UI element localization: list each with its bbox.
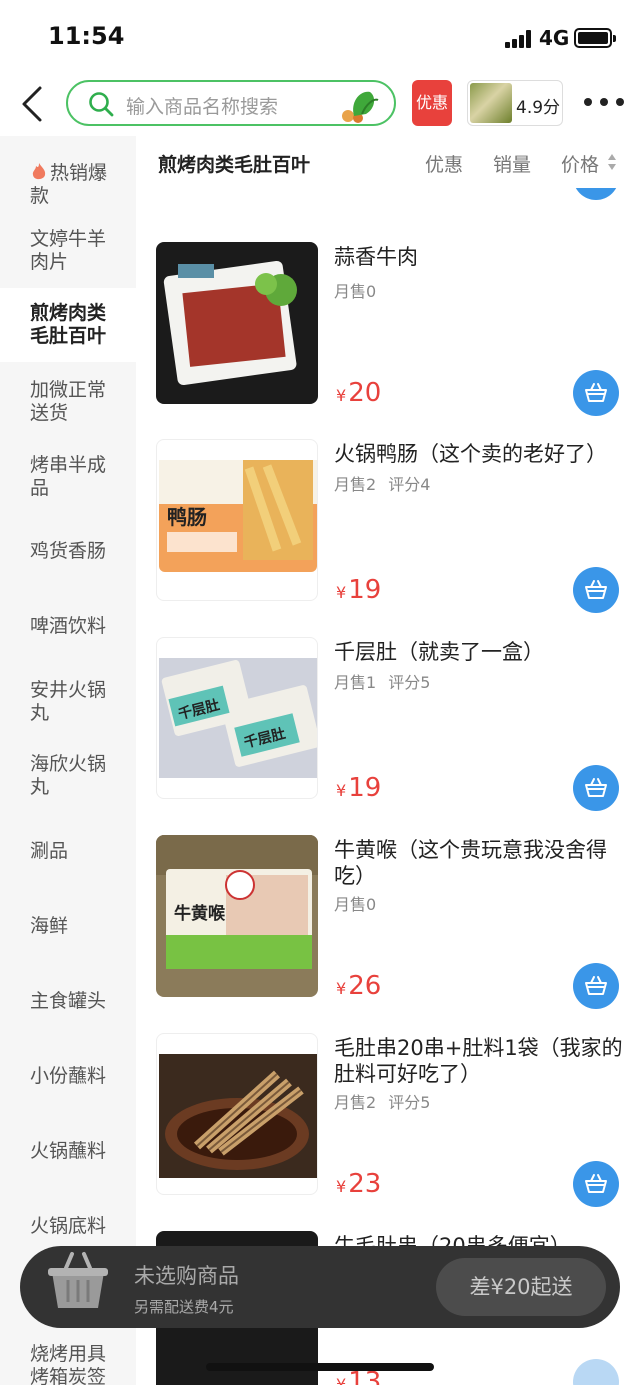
product-name: 牛黄喉（这个贵玩意我没舍得吃）: [334, 838, 607, 888]
sidebar-item-chicken-sausage[interactable]: 鸡货香肠: [0, 540, 136, 563]
product-image: 千层肚 千层肚: [156, 637, 318, 799]
sidebar-item-beef-lamb[interactable]: 文婷牛羊肉片: [0, 228, 136, 274]
product-meta: 月售0: [334, 895, 377, 914]
status-time: 11:54: [48, 22, 125, 50]
product-list: 煎烤肉类毛肚百叶 优惠 销量 价格 ¥20 蒜香牛肉 月售0 ¥20 鸭肠 火锅…: [136, 136, 640, 1385]
cart-bar[interactable]: 未选购商品 另需配送费4元 差¥20起送: [20, 1246, 620, 1328]
sidebar-item-drinks[interactable]: 啤酒饮料: [0, 615, 136, 638]
back-icon[interactable]: [18, 84, 48, 124]
add-to-cart-button[interactable]: [573, 765, 619, 811]
list-header: 煎烤肉类毛肚百叶 优惠 销量 价格: [136, 136, 640, 188]
product-name: 火锅鸭肠（这个卖的老好了）: [334, 442, 607, 466]
vegetable-icon: [342, 91, 379, 123]
sidebar-item-small-sauce[interactable]: 小份蘸料: [0, 1065, 136, 1088]
sidebar-item-skewers[interactable]: 烤串半成品: [0, 454, 136, 500]
add-to-cart-button[interactable]: [573, 963, 619, 1009]
svg-text:鸭肠: 鸭肠: [167, 505, 207, 529]
sort-price[interactable]: 价格: [561, 150, 599, 177]
sidebar-item-staples[interactable]: 主食罐头: [0, 990, 136, 1013]
header: 输入商品名称搜索 优惠 4.9分: [0, 70, 640, 136]
product-price: ¥19: [336, 575, 382, 605]
store-thumbnail: [470, 83, 512, 123]
sidebar-item-bbq-tools[interactable]: 烧烤用具烤箱炭签: [0, 1343, 136, 1385]
search-icon: [89, 92, 114, 117]
product-meta: 月售0: [334, 282, 377, 301]
status-bar: 11:54 4G: [0, 0, 640, 70]
sidebar-item-haixin-balls[interactable]: 海欣火锅丸: [0, 753, 136, 799]
delivery-fee: 另需配送费4元: [134, 1298, 234, 1316]
category-title: 煎烤肉类毛肚百叶: [158, 154, 311, 176]
search-input[interactable]: 输入商品名称搜索: [66, 80, 396, 126]
add-to-cart-button[interactable]: [573, 1161, 619, 1207]
product-meta: 月售2 评分4: [334, 475, 431, 494]
product-image: [156, 1033, 318, 1195]
signal-icon: [505, 30, 533, 48]
sidebar-item-anjing-balls[interactable]: 安井火锅丸: [0, 679, 136, 725]
fire-icon: [32, 163, 46, 180]
sidebar-item-wechat-delivery[interactable]: 加微正常送货: [0, 379, 136, 425]
product-price: ¥19: [336, 773, 382, 803]
store-rating[interactable]: 4.9分: [467, 80, 563, 126]
product-image: 牛黄喉: [156, 835, 318, 997]
sidebar-item-seafood[interactable]: 海鲜: [0, 915, 136, 938]
home-indicator[interactable]: [206, 1363, 434, 1371]
product-price: ¥26: [336, 971, 382, 1001]
product-price: ¥20: [336, 378, 382, 408]
basket-icon: [48, 1252, 108, 1308]
product-meta: 月售2 评分5: [334, 1093, 431, 1112]
sort-discount[interactable]: 优惠: [425, 150, 463, 177]
product-name: 千层肚（就卖了一盒）: [334, 640, 544, 664]
product-name: 毛肚串20串+肚料1袋（我家的肚料可好吃了）: [334, 1036, 623, 1086]
product-image: [156, 242, 318, 404]
sidebar-item-hot[interactable]: 热销爆款: [0, 162, 136, 208]
sort-sales[interactable]: 销量: [493, 150, 531, 177]
category-sidebar: 热销爆款 文婷牛羊肉片 煎烤肉类毛肚百叶 加微正常送货 烤串半成品 鸡货香肠 啤…: [0, 136, 136, 1385]
search-placeholder: 输入商品名称搜索: [126, 96, 279, 118]
add-to-cart-button[interactable]: [573, 1359, 619, 1385]
svg-text:牛黄喉: 牛黄喉: [174, 903, 226, 924]
sort-arrows-icon: [608, 154, 616, 170]
add-to-cart-button[interactable]: [573, 370, 619, 416]
product-name: 蒜香牛肉: [334, 245, 418, 269]
product-image: 鸭肠: [156, 439, 318, 601]
more-icon[interactable]: [584, 98, 624, 108]
checkout-button[interactable]: 差¥20起送: [436, 1258, 606, 1316]
network-type: 4G: [539, 26, 570, 50]
product-price: ¥23: [336, 1169, 382, 1199]
battery-icon: [574, 28, 616, 48]
sidebar-item-grilled-meat[interactable]: 煎烤肉类毛肚百叶: [0, 288, 136, 362]
sidebar-item-hotpot-items[interactable]: 涮品: [0, 840, 136, 863]
product-meta: 月售1 评分5: [334, 673, 431, 692]
sidebar-item-hotpot-sauce[interactable]: 火锅蘸料: [0, 1140, 136, 1163]
cart-status: 未选购商品: [134, 1264, 239, 1288]
promo-button[interactable]: 优惠: [412, 80, 452, 126]
rating-value: 4.9分: [516, 98, 561, 118]
sidebar-item-hotpot-base[interactable]: 火锅底料: [0, 1215, 136, 1238]
add-to-cart-button[interactable]: [573, 567, 619, 613]
